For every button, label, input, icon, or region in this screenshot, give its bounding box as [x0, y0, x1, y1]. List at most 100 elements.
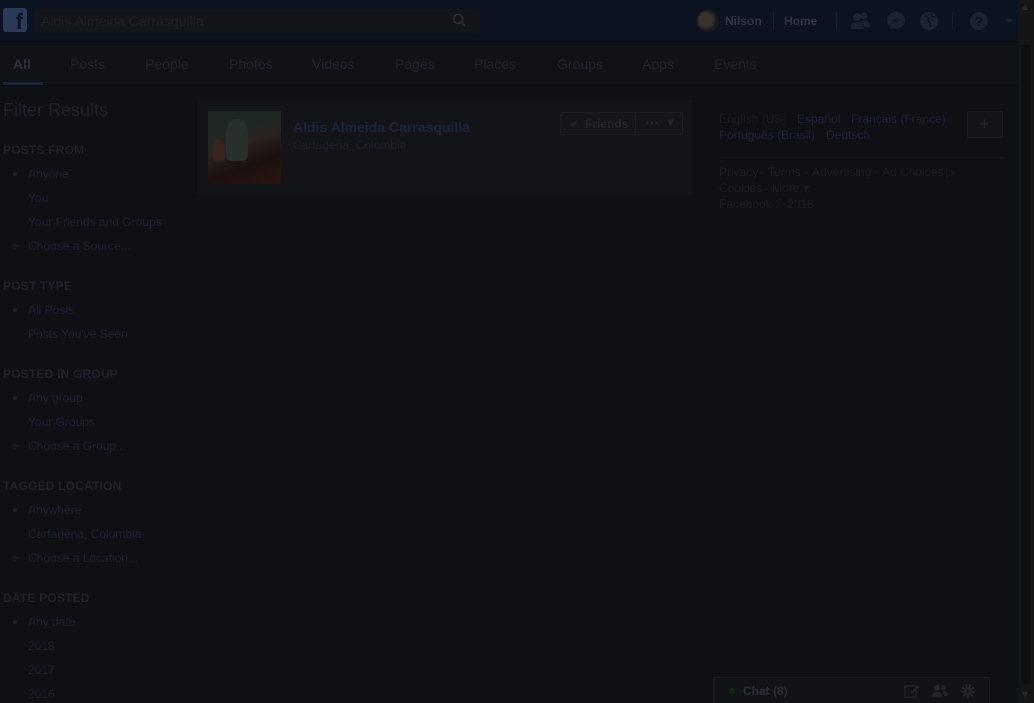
filter-option-you[interactable]: You — [28, 191, 48, 205]
tab-photos[interactable]: Photos — [229, 56, 273, 72]
footer-divider — [719, 157, 1004, 158]
chevron-down-icon: ▾ — [803, 181, 810, 195]
separator: · — [874, 165, 878, 179]
tab-places[interactable]: Places — [474, 56, 516, 72]
filter-option-anyone[interactable]: Anyone — [28, 167, 69, 181]
scrollbar-thumb[interactable] — [1021, 45, 1031, 685]
add-language-button[interactable]: + — [967, 111, 1003, 138]
post-type-heading: POST TYPE — [3, 279, 73, 293]
language-current: English (US) — [719, 112, 787, 126]
new-message-icon[interactable] — [904, 683, 920, 699]
result-name-link[interactable]: Aldis Almeida Carrasquilla — [293, 119, 470, 135]
language-option[interactable]: Deutsch — [826, 128, 870, 142]
separator: · — [760, 165, 764, 179]
plus-icon: + — [11, 438, 19, 453]
more-options-button[interactable]: ··· ▼ — [635, 112, 683, 135]
result-location: Cartagena, Colombia — [293, 138, 407, 152]
friends-button[interactable]: ✔ Friends — [560, 112, 636, 135]
help-icon[interactable]: ? — [968, 10, 990, 32]
gear-icon[interactable] — [960, 683, 976, 699]
separator: · — [804, 165, 808, 179]
tagged-location-heading: TAGGED LOCATION — [3, 479, 122, 493]
tab-videos[interactable]: Videos — [312, 56, 355, 72]
tab-events[interactable]: Events — [714, 56, 757, 72]
plus-icon: + — [11, 238, 19, 253]
home-link[interactable]: Home — [784, 14, 817, 28]
selected-bullet — [13, 308, 17, 312]
filter-option-2016[interactable]: 2016 — [28, 687, 55, 701]
copyright: Facebook © 2018 — [719, 197, 814, 211]
svg-text:?: ? — [975, 14, 983, 29]
posts-from-heading: POSTS FROM — [3, 143, 85, 157]
tab-posts[interactable]: Posts — [70, 56, 105, 72]
divider — [952, 12, 953, 30]
divider — [836, 12, 837, 30]
filter-option-anywhere[interactable]: Anywhere — [28, 503, 81, 517]
selected-bullet — [13, 172, 17, 176]
footer-link-cookies[interactable]: Cookies — [719, 181, 762, 195]
friends-button-label: Friends — [585, 117, 629, 131]
search-box — [35, 9, 480, 33]
check-icon: ✔ — [569, 117, 580, 131]
language-option[interactable]: Français (France) — [851, 112, 946, 126]
ad-choices-icon: ▷ — [946, 165, 956, 179]
selected-bullet — [13, 508, 17, 512]
create-group-icon[interactable] — [932, 683, 948, 699]
scroll-down-arrow-icon[interactable]: ▼ — [1022, 690, 1028, 699]
language-option[interactable]: Português (Brasil) — [719, 128, 815, 142]
filter-option-friends-and-groups[interactable]: Your Friends and Groups — [28, 215, 162, 229]
filter-option-all-posts[interactable]: All Posts — [28, 303, 75, 317]
footer-link-ad-choices[interactable]: Ad Choices — [882, 165, 943, 179]
choose-source-link[interactable]: Choose a Source... — [28, 239, 131, 253]
chat-bar[interactable]: Chat (8) — [713, 677, 990, 703]
filter-option-your-groups[interactable]: Your Groups — [28, 415, 95, 429]
tab-all[interactable]: All — [13, 56, 31, 72]
chevron-down-icon: ▼ — [667, 118, 674, 128]
selected-bullet — [13, 396, 17, 400]
footer-link-privacy[interactable]: Privacy — [719, 165, 758, 179]
account-menu-chevron-down-icon[interactable] — [1002, 10, 1016, 32]
filter-option-any-date[interactable]: Any date — [28, 615, 75, 629]
scroll-up-arrow-icon[interactable]: ▲ — [1022, 2, 1028, 11]
filter-option-posts-seen[interactable]: Posts You've Seen — [28, 327, 128, 341]
online-status-dot — [729, 688, 735, 694]
more-dots-icon: ··· — [645, 116, 659, 130]
selected-bullet — [13, 620, 17, 624]
footer-link-advertising[interactable]: Advertising — [812, 165, 871, 179]
tab-apps[interactable]: Apps — [642, 56, 674, 72]
filter-option-2018[interactable]: 2018 — [28, 639, 55, 653]
plus-icon: + — [979, 114, 990, 134]
notifications-globe-icon[interactable] — [918, 10, 940, 32]
search-tabs: All Posts People Photos Videos Pages Pla… — [0, 43, 1018, 86]
filter-option-cartagena[interactable]: Cartagena, Colombia — [28, 527, 141, 541]
separator: · — [764, 181, 768, 195]
choose-group-link[interactable]: Choose a Group... — [28, 439, 126, 453]
divider — [773, 12, 774, 30]
filter-option-any-group[interactable]: Any group — [28, 391, 83, 405]
date-posted-heading: DATE POSTED — [3, 591, 90, 605]
active-tab-indicator — [3, 82, 43, 85]
search-result-card: Aldis Almeida Carrasquilla Cartagena, Co… — [196, 99, 693, 195]
footer-link-more[interactable]: More — [772, 181, 799, 195]
choose-location-link[interactable]: Choose a Location... — [28, 551, 138, 565]
profile-photo[interactable] — [208, 111, 281, 184]
avatar — [697, 10, 719, 32]
filter-option-2017[interactable]: 2017 — [28, 663, 55, 677]
messenger-icon[interactable] — [885, 10, 907, 32]
search-icon — [452, 13, 466, 27]
footer-link-terms[interactable]: Terms — [768, 165, 801, 179]
posted-in-group-heading: POSTED IN GROUP — [3, 367, 119, 381]
page-scrollbar[interactable]: ▲ ▼ — [1018, 0, 1034, 703]
friend-requests-icon[interactable] — [849, 10, 871, 32]
search-button[interactable] — [438, 9, 480, 33]
facebook-logo-icon[interactable]: f — [3, 8, 27, 32]
chat-label: Chat (8) — [743, 684, 788, 698]
profile-name: Nilson — [725, 14, 762, 28]
tab-people[interactable]: People — [145, 56, 189, 72]
tab-pages[interactable]: Pages — [395, 56, 435, 72]
search-input[interactable] — [35, 9, 445, 33]
plus-icon: + — [11, 550, 19, 565]
tab-groups[interactable]: Groups — [557, 56, 603, 72]
language-option[interactable]: Español — [797, 112, 840, 126]
top-bar: f Nilson Home — [0, 0, 1018, 42]
